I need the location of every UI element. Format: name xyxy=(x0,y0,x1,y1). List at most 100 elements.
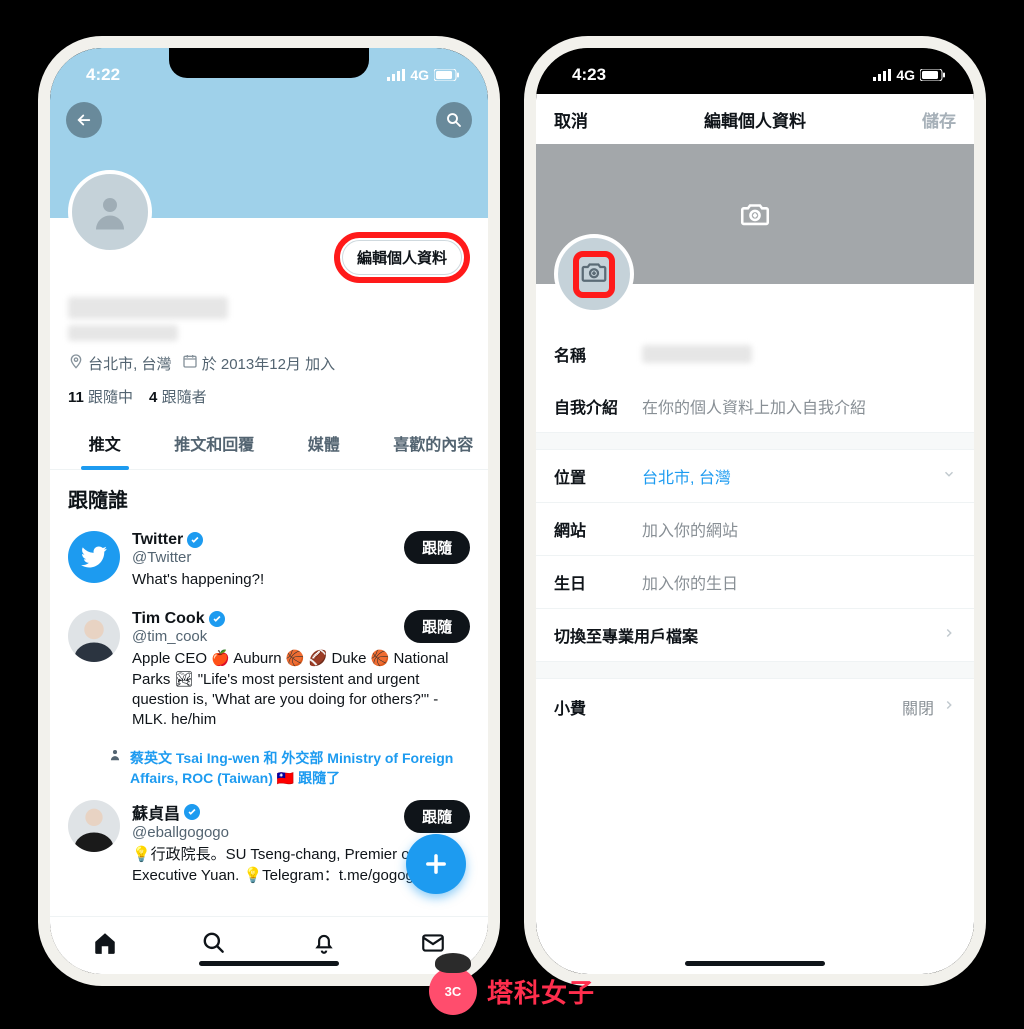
chevron-down-icon xyxy=(942,467,956,486)
row-label: 名稱 xyxy=(554,342,642,366)
section-separator xyxy=(536,661,974,679)
row-label: 網站 xyxy=(554,517,642,541)
battery-icon xyxy=(920,69,946,81)
switch-pro-label: 切換至專業用戶檔案 xyxy=(554,623,698,647)
verified-badge-icon xyxy=(184,804,200,820)
tip-status: 關閉 xyxy=(902,695,934,719)
edit-profile-button[interactable]: 編輯個人資料 xyxy=(342,240,462,275)
search-button[interactable] xyxy=(436,102,472,138)
profile-header-banner xyxy=(50,94,488,218)
suggestion-bio: Apple CEO 🍎 Auburn 🏀 🏈 Duke 🏀 National P… xyxy=(132,645,470,730)
person-icon xyxy=(108,748,122,762)
edit-banner-area[interactable] xyxy=(536,144,974,284)
location-value: 台北市, 台灣 xyxy=(642,464,731,488)
section-separator xyxy=(536,432,974,450)
profile-meta: 台北市, 台灣 於 2013年12月 加入 xyxy=(50,347,488,374)
status-time: 4:23 xyxy=(572,65,606,85)
bio-placeholder: 在你的個人資料上加入自我介紹 xyxy=(642,394,866,418)
name-value-blurred: x xyxy=(642,345,752,363)
suggestion-name: 蘇貞昌 xyxy=(132,800,200,824)
suggestion-row[interactable]: Tim Cook @tim_cook 跟隨 Apple CEO 🍎 Auburn… xyxy=(50,600,488,740)
nav-notifications[interactable] xyxy=(311,930,337,961)
battery-icon xyxy=(434,69,460,81)
edit-row-website[interactable]: 網站 加入你的網站 xyxy=(536,503,974,556)
status-bar: 4:22 4G xyxy=(50,48,488,94)
website-placeholder: 加入你的網站 xyxy=(642,517,738,541)
status-time: 4:22 xyxy=(86,65,120,85)
edit-row-tips[interactable]: 小費 關閉 xyxy=(536,679,974,735)
person-icon xyxy=(68,800,120,852)
edit-row-bio[interactable]: 自我介紹 在你的個人資料上加入自我介紹 xyxy=(536,380,974,432)
back-button[interactable] xyxy=(66,102,102,138)
location-text: 台北市, 台灣 xyxy=(88,356,171,373)
highlight-box xyxy=(573,251,615,298)
avatar xyxy=(68,800,120,852)
status-network: 4G xyxy=(410,67,429,83)
search-icon xyxy=(445,111,463,129)
suggestion-name: Tim Cook xyxy=(132,610,225,628)
status-right: 4G xyxy=(873,67,946,83)
edit-row-birthday[interactable]: 生日 加入你的生日 xyxy=(536,556,974,609)
who-to-follow-heading: 跟隨誰 xyxy=(50,470,488,521)
phone-profile-view: 4:22 4G xyxy=(38,36,500,986)
nav-home[interactable] xyxy=(92,930,118,961)
social-context: 蔡英文 Tsai Ing-wen 和 外交部 Ministry of Forei… xyxy=(50,740,488,790)
toolbar-title: 編輯個人資料 xyxy=(704,107,806,132)
status-bar: 4:23 4G xyxy=(536,48,974,94)
home-indicator xyxy=(199,961,339,966)
joined-text: 於 2013年12月 加入 xyxy=(202,356,335,373)
nav-search[interactable] xyxy=(201,930,227,961)
tab-tweets[interactable]: 推文 xyxy=(50,417,160,469)
search-icon xyxy=(201,930,227,956)
person-icon xyxy=(68,610,120,662)
tab-media[interactable]: 媒體 xyxy=(269,417,379,469)
save-button[interactable]: 儲存 xyxy=(922,107,956,132)
row-label: 小費 xyxy=(554,695,586,719)
camera-plus-icon xyxy=(738,197,772,231)
watermark-text: 塔科女子 xyxy=(487,973,595,1010)
suggestion-bio: What's happening?! xyxy=(132,566,470,590)
arrow-left-icon xyxy=(75,111,93,129)
row-label: 自我介紹 xyxy=(554,394,642,418)
birthday-placeholder: 加入你的生日 xyxy=(642,570,738,594)
person-icon xyxy=(89,191,131,233)
profile-tabs: 推文 推文和回覆 媒體 喜歡的內容 xyxy=(50,417,488,470)
suggestion-row[interactable]: Twitter @Twitter 跟隨 What's happening?! xyxy=(50,521,488,600)
twitter-bird-icon xyxy=(80,543,108,571)
highlight-ring: 編輯個人資料 xyxy=(334,232,470,283)
camera-plus-icon xyxy=(579,257,609,287)
cancel-button[interactable]: 取消 xyxy=(554,107,588,132)
plus-icon xyxy=(422,850,450,878)
profile-avatar[interactable] xyxy=(68,170,152,254)
row-label: 位置 xyxy=(554,464,642,488)
suggestion-name: Twitter xyxy=(132,531,203,549)
watermark-avatar-icon: 3C xyxy=(429,967,477,1015)
phone-edit-profile-view: 4:23 4G 取消 編輯個人資料 儲存 xyxy=(524,36,986,986)
follow-button[interactable]: 跟隨 xyxy=(404,531,470,564)
follow-counts: 11 跟隨中 4 跟隨者 xyxy=(50,374,488,417)
follow-button[interactable]: 跟隨 xyxy=(404,800,470,833)
signal-icon xyxy=(873,69,891,81)
profile-name-block: name handle xyxy=(50,283,488,347)
suggestion-handle: @tim_cook xyxy=(132,628,225,645)
home-indicator xyxy=(685,961,825,966)
home-icon xyxy=(92,930,118,956)
follow-button[interactable]: 跟隨 xyxy=(404,610,470,643)
tab-replies[interactable]: 推文和回覆 xyxy=(160,417,270,469)
suggestion-handle: @Twitter xyxy=(132,549,203,566)
followers-stat[interactable]: 4 跟隨者 xyxy=(149,386,207,407)
edit-row-switch-pro[interactable]: 切換至專業用戶檔案 xyxy=(536,609,974,661)
suggestion-handle: @eballgogogo xyxy=(132,824,229,841)
watermark: 3C 塔科女子 xyxy=(429,967,595,1015)
compose-tweet-button[interactable] xyxy=(406,834,466,894)
status-network: 4G xyxy=(896,67,915,83)
signal-icon xyxy=(387,69,405,81)
edit-row-location[interactable]: 位置 台北市, 台灣 xyxy=(536,450,974,503)
following-stat[interactable]: 11 跟隨中 xyxy=(68,386,133,407)
status-right: 4G xyxy=(387,67,460,83)
edit-row-name[interactable]: 名稱 x xyxy=(536,328,974,380)
verified-badge-icon xyxy=(209,611,225,627)
row-label: 生日 xyxy=(554,570,642,594)
tab-likes[interactable]: 喜歡的內容 xyxy=(379,417,489,469)
edit-avatar-button[interactable] xyxy=(554,234,634,314)
